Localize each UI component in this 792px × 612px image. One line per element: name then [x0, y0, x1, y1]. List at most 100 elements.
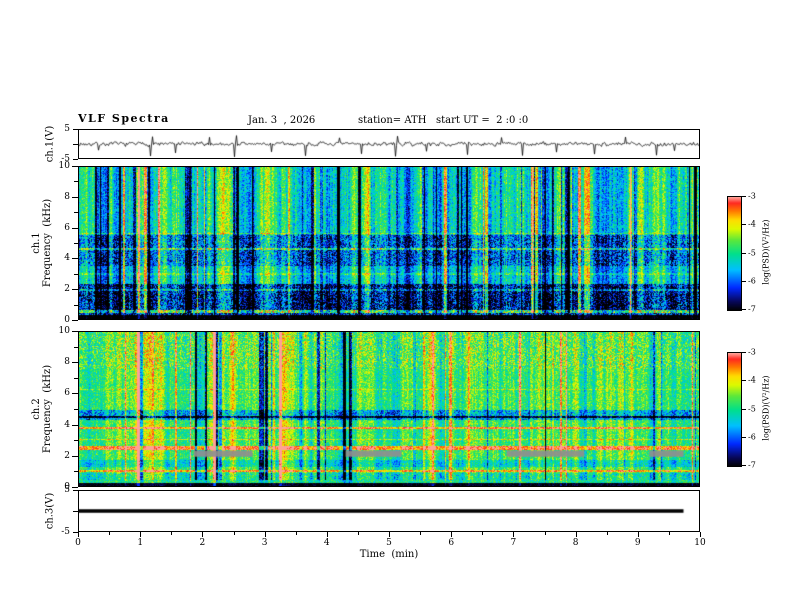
header-start-ut: start UT = 2 :0 :0 [436, 115, 529, 126]
colorbar-tick-label: -3 [748, 191, 756, 201]
x-tick-label: 4 [323, 538, 330, 548]
y-tick-major [73, 129, 78, 130]
y-tick-label: -5 [61, 154, 70, 164]
x-tick-minor [668, 532, 670, 535]
y-tick-label: 4 [64, 253, 70, 264]
y-tick-label: 8 [64, 191, 70, 202]
y-tick-major [73, 511, 78, 512]
x-tick-label: 3 [261, 538, 268, 548]
colorbar-tick [742, 465, 746, 466]
colorbar-tick [742, 436, 746, 438]
x-tick-major [637, 532, 639, 537]
ch2-spectrogram-canvas [79, 332, 699, 486]
y-tick-major [73, 144, 78, 145]
x-tick-minor [171, 532, 173, 535]
colorbar-tick-label: -7 [748, 304, 756, 314]
ch1-waveform-panel [78, 129, 700, 159]
x-tick-minor [420, 532, 422, 535]
y-tick-major [72, 362, 78, 364]
colorbar-tick [742, 309, 746, 310]
x-tick-minor [482, 532, 484, 535]
y-tick-major [72, 227, 78, 229]
colorbar-tick-label: -5 [748, 404, 756, 413]
colorbar-tick-label: -5 [748, 248, 756, 257]
colorbar-tick-label: -6 [748, 276, 756, 286]
x-tick-label: 9 [634, 538, 641, 548]
x-tick-label: 7 [510, 538, 517, 548]
ch2-frequency-axis-label: ch.2 Frequency (kHz) [31, 364, 53, 454]
ch1-waveform-canvas [79, 130, 699, 158]
y-tick-minor [74, 440, 78, 442]
vlf-spectra-figure: VLF Spectra Jan. 3 , 2026 station= ATH s… [0, 0, 792, 612]
x-tick-label: 8 [572, 538, 579, 548]
x-tick-label: 5 [386, 538, 392, 548]
colorbar-tick-label: -3 [748, 347, 756, 357]
y-tick-major [72, 289, 78, 291]
colorbar-2-label: log(PSD)(V²/Hz) [761, 375, 771, 441]
colorbar-tick [742, 408, 746, 410]
ch3-voltage-axis-label: ch.3(V) [44, 492, 56, 530]
y-tick-label: 2 [64, 450, 70, 461]
y-tick-major [72, 331, 78, 332]
x-tick-label: 2 [199, 538, 206, 548]
y-tick-label: 2 [64, 284, 70, 295]
x-tick-minor [295, 532, 297, 535]
x-tick-major [326, 532, 328, 537]
colorbar-1-label: log(PSD)(V²/Hz) [761, 219, 771, 285]
colorbar-tick-label: -4 [748, 375, 756, 385]
x-tick-major [513, 532, 515, 537]
ch1-frequency-axis-label: ch.1 Frequency (kHz) [31, 198, 53, 288]
x-tick-label: 6 [448, 538, 455, 548]
x-tick-major [389, 532, 390, 537]
colorbar-tick [742, 224, 746, 226]
y-tick-major [73, 532, 78, 533]
y-tick-major [72, 320, 78, 321]
x-tick-major [264, 532, 266, 537]
ch3-waveform-canvas [79, 491, 699, 531]
y-tick-label: 6 [64, 388, 70, 399]
x-tick-major [700, 532, 701, 537]
ch3-waveform-panel [78, 490, 700, 532]
y-tick-major [72, 487, 78, 488]
colorbar-tick [742, 352, 746, 353]
y-tick-minor [74, 212, 78, 214]
x-tick-major [78, 532, 79, 537]
x-tick-label: 0 [75, 538, 81, 548]
y-tick-minor [74, 377, 78, 379]
colorbar-1 [727, 196, 742, 311]
y-tick-label: 6 [64, 222, 70, 233]
y-tick-minor [74, 273, 78, 275]
x-tick-minor [606, 532, 608, 535]
colorbar-tick-label: -4 [748, 219, 756, 229]
y-tick-major [72, 424, 78, 426]
ch1-spectrogram-panel [78, 166, 700, 320]
colorbar-tick [742, 280, 746, 282]
y-tick-minor [74, 409, 78, 410]
y-tick-label: 5 [64, 124, 70, 134]
y-tick-major [72, 393, 78, 395]
x-tick-label: 1 [137, 538, 144, 548]
y-tick-major [73, 159, 78, 160]
y-tick-major [72, 166, 78, 167]
x-tick-minor [233, 532, 235, 535]
y-tick-minor [74, 243, 78, 244]
y-tick-major [72, 196, 78, 198]
ch1-spectrogram-canvas [79, 167, 699, 319]
y-tick-major [72, 455, 78, 457]
x-tick-label: 10 [694, 538, 706, 548]
y-tick-label: -5 [61, 527, 70, 537]
x-tick-major [202, 532, 204, 537]
y-tick-minor [74, 346, 78, 348]
y-tick-label: 4 [64, 419, 70, 430]
figure-title: VLF Spectra [78, 112, 170, 125]
header-date: Jan. 3 , 2026 [248, 115, 316, 126]
colorbar-2 [727, 352, 742, 467]
x-tick-minor [109, 532, 111, 535]
y-tick-minor [74, 181, 78, 183]
y-tick-minor [74, 471, 78, 473]
colorbar-tick-label: -6 [748, 432, 756, 442]
x-tick-major [140, 532, 142, 537]
y-tick-minor [74, 304, 78, 306]
y-tick-label: 5 [64, 485, 70, 495]
x-tick-minor [544, 532, 546, 535]
